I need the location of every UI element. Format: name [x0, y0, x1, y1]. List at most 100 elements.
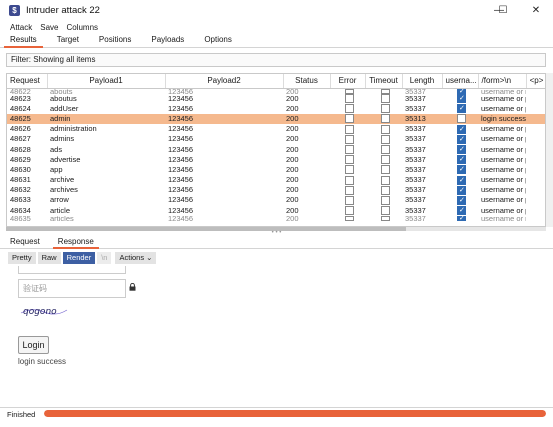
- cell-length: 35337: [405, 164, 426, 174]
- table-row[interactable]: 48624 addUser 123456 200 35337 username or pa…: [7, 103, 545, 114]
- table-row[interactable]: 48631 archive 123456 200 35337 username or pa…: [7, 175, 545, 185]
- col-username[interactable]: userna...: [442, 74, 479, 89]
- tab-options[interactable]: Options: [194, 34, 242, 47]
- col-length[interactable]: Length: [402, 74, 443, 89]
- cell-p: [526, 94, 545, 104]
- cell-payload1: archives: [50, 185, 78, 195]
- tab-target[interactable]: Target: [47, 34, 89, 47]
- cell-payload2: 123456: [168, 185, 194, 195]
- col-p[interactable]: <p>: [526, 74, 545, 89]
- cell-username: [442, 124, 478, 134]
- table-row[interactable]: 48630 app 123456 200 35337 username or passw: [7, 164, 545, 175]
- checkbox-unchecked: [344, 134, 354, 144]
- pretty-button[interactable]: Pretty: [8, 252, 36, 264]
- cell-payload2: 123456: [165, 113, 283, 125]
- cell-payload2: 123456: [168, 134, 194, 144]
- cell-error: [330, 124, 365, 134]
- table-row[interactable]: 48628 ads 123456 200 35337 username or passw: [7, 144, 545, 155]
- col-payload2[interactable]: Payload2: [165, 74, 284, 89]
- cell-length: 35337: [405, 215, 426, 221]
- checkbox-unchecked: [380, 104, 390, 114]
- table-row[interactable]: 48635 articles 123456 200 35337 username or p…: [7, 215, 545, 221]
- cell-p: [526, 124, 545, 134]
- menu-save[interactable]: Save: [40, 23, 58, 32]
- checkbox-unchecked: [344, 175, 354, 185]
- cell-username: [442, 113, 478, 125]
- table-row[interactable]: 48627 admins 123456 200 35337 username or pas…: [7, 134, 545, 144]
- menu-columns[interactable]: Columns: [66, 23, 98, 32]
- cell-request: 48624: [10, 103, 31, 113]
- cell-request: 48625: [7, 113, 47, 125]
- cell-payload1: arrow: [50, 195, 69, 205]
- checkbox-checked: [457, 206, 466, 216]
- cell-payload1: addUser: [50, 103, 79, 113]
- col-status[interactable]: Status: [283, 74, 331, 89]
- cell-payload2: 123456: [168, 93, 194, 103]
- table-row[interactable]: 48625 admin 123456 200 35313 login success: [7, 113, 545, 125]
- menu-attack[interactable]: Attack: [10, 23, 32, 32]
- cell-username: [442, 215, 478, 221]
- checkbox-checked: [457, 215, 466, 221]
- col-timeout[interactable]: Timeout: [365, 74, 403, 89]
- table-row[interactable]: 48629 advertise 123456 200 35337 username or …: [7, 154, 545, 165]
- cell-form: username or passw: [481, 88, 526, 94]
- cell-request: 48623: [10, 93, 31, 103]
- tab-response[interactable]: Response: [50, 236, 102, 249]
- table-row[interactable]: 48626 administration 123456 200 35337 usernam…: [7, 124, 545, 134]
- cell-username: [442, 165, 478, 175]
- cell-username: [442, 185, 478, 195]
- table-row[interactable]: 48634 article 123456 200 35337 username or pa…: [7, 205, 545, 216]
- render-button[interactable]: Render: [62, 252, 96, 264]
- newline-toggle-button[interactable]: \n: [97, 252, 112, 264]
- cell-payload2: 123456: [168, 175, 194, 185]
- cell-status: 200: [286, 154, 299, 164]
- table-row[interactable]: 48632 archives 123456 200 35337 username or p…: [7, 185, 545, 195]
- checkbox-unchecked: [380, 155, 390, 165]
- main-tabs: Results Target Positions Payloads Option…: [0, 34, 553, 48]
- cell-timeout: [365, 113, 402, 125]
- filter-bar[interactable]: Filter: Showing all items: [6, 53, 546, 67]
- tab-positions[interactable]: Positions: [89, 34, 141, 47]
- cell-request: 48630: [10, 164, 31, 174]
- login-button[interactable]: Login: [18, 336, 49, 354]
- actions-dropdown[interactable]: Actions ⌄: [115, 252, 157, 264]
- cell-length: 35337: [405, 134, 426, 144]
- checkbox-checked: [457, 145, 466, 155]
- cell-timeout: [365, 144, 402, 155]
- cell-timeout: [365, 215, 402, 221]
- results-table: Request Payload1 Payload2 Status Error T…: [6, 73, 546, 227]
- password-field[interactable]: [18, 266, 126, 274]
- cell-form: username or passw: [481, 144, 526, 154]
- cell-payload1: articles: [50, 215, 74, 221]
- cell-username: [442, 94, 478, 104]
- tab-request[interactable]: Request: [2, 236, 48, 248]
- captcha-input[interactable]: 验证码: [18, 279, 126, 298]
- cell-status: 200: [286, 103, 299, 113]
- cell-error: [330, 134, 365, 144]
- cell-request: 48633: [10, 195, 31, 205]
- checkbox-unchecked: [344, 206, 354, 216]
- col-form[interactable]: /form>\n: [478, 74, 527, 89]
- checkbox-checked: [457, 175, 466, 185]
- checkbox-checked: [457, 155, 466, 165]
- close-button[interactable]: ✕: [518, 0, 553, 20]
- col-payload1[interactable]: Payload1: [47, 74, 166, 89]
- checkbox-unchecked: [344, 94, 354, 104]
- cell-status: 200: [286, 195, 299, 205]
- tab-payloads[interactable]: Payloads: [141, 34, 194, 47]
- table-row[interactable]: 48633 arrow 123456 200 35337 username or pass…: [7, 195, 545, 205]
- table-row[interactable]: 48623 aboutus 123456 200 35337 username or pa…: [7, 93, 545, 104]
- cell-timeout: [365, 124, 402, 134]
- raw-button[interactable]: Raw: [37, 252, 61, 264]
- maximize-button[interactable]: ☐: [485, 0, 521, 20]
- cell-error: [330, 104, 365, 114]
- cell-error: [330, 195, 365, 205]
- cell-payload2: 123456: [168, 164, 194, 174]
- tab-results[interactable]: Results: [0, 34, 47, 48]
- cell-form: username or passw: [481, 205, 526, 215]
- checkbox-unchecked: [344, 195, 354, 205]
- checkbox-unchecked: [380, 175, 390, 185]
- table-vertical-scrollbar[interactable]: [546, 73, 553, 227]
- col-request[interactable]: Request: [7, 74, 48, 89]
- col-error[interactable]: Error: [330, 74, 366, 89]
